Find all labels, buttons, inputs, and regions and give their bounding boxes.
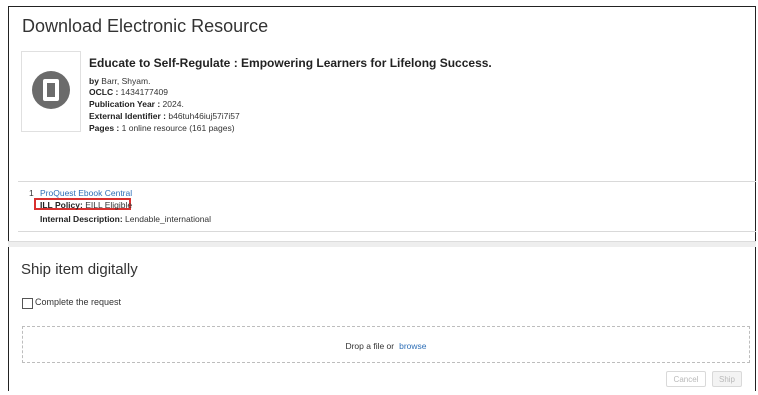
resource-number: 1 <box>29 188 34 198</box>
internal-description-label: Internal Description: <box>40 214 123 224</box>
item-author: by Barr, Shyam. <box>89 76 150 86</box>
browse-link[interactable]: browse <box>399 341 426 351</box>
extid-label: External Identifier : <box>89 111 166 121</box>
pubyear-value: 2024. <box>162 99 184 109</box>
page-title: Download Electronic Resource <box>22 16 269 36</box>
author-label: by <box>89 76 99 86</box>
ill-policy-value: EILL Eligible <box>85 200 133 210</box>
pages-label: Pages : <box>89 123 120 133</box>
oclc-value: 1434177409 <box>120 87 168 97</box>
author-value: Barr, Shyam. <box>101 76 151 86</box>
item-publication-year: Publication Year : 2024. <box>89 99 184 109</box>
drop-prompt: Drop a file or <box>345 341 395 351</box>
item-pages: Pages : 1 online resource (161 pages) <box>89 123 235 133</box>
section-separator <box>8 241 756 247</box>
internal-description: Internal Description: Lendable_internati… <box>40 214 211 224</box>
oclc-label: OCLC : <box>89 87 119 97</box>
pages-value: 1 online resource (161 pages) <box>121 123 235 133</box>
ship-section-title: Ship item digitally <box>21 261 138 278</box>
book-thumbnail <box>21 51 81 132</box>
ship-button[interactable]: Ship <box>712 371 742 387</box>
complete-request-label[interactable]: Complete the request <box>35 297 121 307</box>
complete-request-checkbox[interactable] <box>22 298 33 309</box>
divider <box>18 181 756 182</box>
ill-policy: ILL Policy: EILL Eligible <box>40 200 132 210</box>
drop-zone-text: Drop a file or browse <box>23 341 749 351</box>
internal-description-value: Lendable_international <box>125 214 212 224</box>
resource-link[interactable]: ProQuest Ebook Central <box>40 188 132 198</box>
extid-value: b46tuh46iuj57i7i57 <box>168 111 240 121</box>
divider <box>18 231 756 232</box>
ill-policy-label: ILL Policy: <box>40 200 83 210</box>
pubyear-label: Publication Year : <box>89 99 161 109</box>
cancel-button[interactable]: Cancel <box>666 371 706 387</box>
book-spine-shape <box>47 83 55 97</box>
item-oclc: OCLC : 1434177409 <box>89 87 168 97</box>
file-drop-zone[interactable]: Drop a file or browse <box>22 326 750 363</box>
item-title: Educate to Self-Regulate : Empowering Le… <box>89 56 492 70</box>
item-external-identifier: External Identifier : b46tuh46iuj57i7i57 <box>89 111 240 121</box>
